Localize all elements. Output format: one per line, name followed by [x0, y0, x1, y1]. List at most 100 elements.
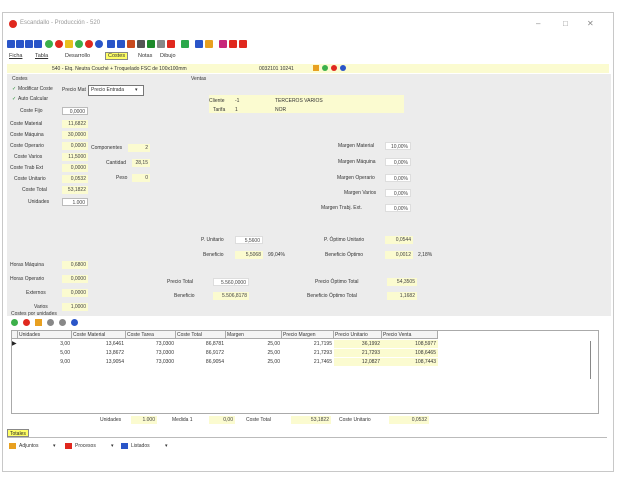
cliente-code[interactable]: -1	[235, 98, 239, 104]
cancel-icon[interactable]	[85, 40, 93, 48]
edit-icon[interactable]	[65, 40, 73, 48]
cell-unidades[interactable]: 5,00	[18, 349, 72, 357]
cell-precio-venta[interactable]: 108,7443	[382, 358, 438, 366]
export-icon[interactable]	[127, 40, 135, 48]
cancel-product-icon[interactable]	[331, 65, 337, 71]
accept-row-icon[interactable]	[47, 319, 54, 326]
modificar-coste-check-icon[interactable]: ✓	[12, 86, 16, 92]
tab-totales[interactable]: Totales	[7, 429, 29, 437]
cell-precio-unitario[interactable]: 12,0827	[334, 358, 382, 366]
beneficio-total-value: 5.506,8178	[213, 292, 249, 300]
col-precio-venta[interactable]: Precio Venta	[382, 331, 438, 339]
tab-dibujo[interactable]: Dibujo	[158, 53, 178, 59]
auto-calcular-label[interactable]: Auto Calcular	[18, 96, 48, 102]
copy-icon[interactable]	[157, 40, 165, 48]
cell-coste-material[interactable]: 13,8672	[72, 349, 126, 357]
cell-margen[interactable]: 25,00	[226, 340, 282, 348]
refresh-row-icon[interactable]	[71, 319, 78, 326]
col-precio-unitario[interactable]: Precio Unitario	[334, 331, 382, 339]
unidades-field[interactable]: 1.000	[62, 198, 88, 206]
search-icon[interactable]	[107, 40, 115, 48]
cell-coste-total[interactable]: 86,8781	[176, 340, 226, 348]
minimize-button[interactable]: –	[536, 19, 540, 28]
margen-varios-field[interactable]: 0,00%	[385, 189, 411, 197]
cell-coste-material[interactable]: 13,6461	[72, 340, 126, 348]
modificar-coste-label[interactable]: Modificar Coste	[18, 86, 53, 92]
calculator-icon[interactable]	[195, 40, 203, 48]
delete-row-icon[interactable]	[23, 319, 30, 326]
tarifa-code[interactable]: 1	[235, 107, 238, 113]
report-icon[interactable]	[219, 40, 227, 48]
restore-button[interactable]: □	[563, 19, 568, 28]
delete-icon[interactable]	[55, 40, 63, 48]
precio-total-field[interactable]: 5.560,0000	[213, 278, 249, 286]
next-record-icon[interactable]	[25, 40, 33, 48]
cell-coste-total[interactable]: 86,9054	[176, 358, 226, 366]
tab-desarrollo[interactable]: Desarrollo	[63, 53, 92, 59]
cell-margen[interactable]: 25,00	[226, 349, 282, 357]
refresh-icon[interactable]	[95, 40, 103, 48]
first-record-icon[interactable]	[7, 40, 15, 48]
chart-icon[interactable]	[205, 40, 213, 48]
filter-icon[interactable]	[117, 40, 125, 48]
tab-ficha[interactable]: Ficha	[7, 53, 24, 59]
auto-calcular-check-icon[interactable]: ✓	[12, 96, 16, 102]
footer-coste-unitario-label: Coste Unitario	[339, 417, 371, 423]
location-icon[interactable]	[167, 40, 175, 48]
tools-icon[interactable]	[181, 40, 189, 48]
edit-product-icon[interactable]	[313, 65, 319, 71]
col-coste-tarea[interactable]: Coste Tarea	[126, 331, 176, 339]
table-scrollbar[interactable]	[590, 341, 591, 379]
col-coste-total[interactable]: Coste Total	[176, 331, 226, 339]
p-unitario-field[interactable]: 5,5600	[235, 236, 263, 244]
last-record-icon[interactable]	[34, 40, 42, 48]
col-precio-margen[interactable]: Precio Margen	[282, 331, 334, 339]
cell-unidades[interactable]: 9,00	[18, 358, 72, 366]
cell-precio-unitario[interactable]: 21,7293	[334, 349, 382, 357]
cell-coste-total[interactable]: 86,9172	[176, 349, 226, 357]
filter-red-icon[interactable]	[229, 40, 237, 48]
cell-unidades[interactable]: 3,00	[18, 340, 72, 348]
accept-icon[interactable]	[75, 40, 83, 48]
prev-record-icon[interactable]	[16, 40, 24, 48]
cell-precio-venta[interactable]: 108,5977	[382, 340, 438, 348]
margen-trabj-ext-field[interactable]: 0,00%	[385, 204, 411, 212]
cell-margen[interactable]: 25,00	[226, 358, 282, 366]
margen-material-field[interactable]: 10,00%	[385, 142, 411, 150]
col-unidades[interactable]: Unidades	[18, 331, 72, 339]
col-coste-material[interactable]: Coste Material	[72, 331, 126, 339]
tab-tabla[interactable]: Tabla	[33, 53, 50, 59]
tab-notas[interactable]: Notas	[136, 53, 154, 59]
cell-coste-tarea[interactable]: 73,0300	[126, 349, 176, 357]
cell-precio-margen[interactable]: 21,7465	[282, 358, 334, 366]
cell-precio-margen[interactable]: 21,7293	[282, 349, 334, 357]
cell-coste-tarea[interactable]: 73,0300	[126, 340, 176, 348]
margen-maquina-field[interactable]: 0,00%	[385, 158, 411, 166]
coste-fijo-field[interactable]: 0,0000	[62, 107, 88, 115]
cancel-row-icon[interactable]	[59, 319, 66, 326]
cell-coste-material[interactable]: 13,9054	[72, 358, 126, 366]
cell-precio-unitario[interactable]: 36,1992	[334, 340, 382, 348]
refresh-product-icon[interactable]	[340, 65, 346, 71]
filter-clear-icon[interactable]	[239, 40, 247, 48]
add-row-icon[interactable]	[11, 319, 18, 326]
paperclip-icon	[9, 443, 16, 449]
print-icon[interactable]	[137, 40, 145, 48]
cell-precio-margen[interactable]: 21,7195	[282, 340, 334, 348]
cell-precio-venta[interactable]: 108,6465	[382, 349, 438, 357]
margen-trabj-ext-label: Margen Trabj. Ext.	[321, 205, 362, 211]
accept-product-icon[interactable]	[322, 65, 328, 71]
cell-coste-tarea[interactable]: 73,0300	[126, 358, 176, 366]
app-logo-icon	[9, 20, 17, 28]
beneficio-optimo-total-label: Beneficio Óptimo Total	[307, 293, 357, 299]
close-button[interactable]: ✕	[587, 19, 594, 28]
add-icon[interactable]	[45, 40, 53, 48]
edit-row-icon[interactable]	[35, 319, 42, 326]
varios-value: 1,0000	[62, 303, 88, 311]
precio-mat-select[interactable]: Precio Entrada ▾	[88, 85, 144, 96]
tab-costes[interactable]: Costes	[105, 52, 129, 60]
unidades-table[interactable]: Unidades Coste Material Coste Tarea Cost…	[11, 330, 599, 414]
col-margen[interactable]: Margen	[226, 331, 282, 339]
margen-operario-field[interactable]: 0,00%	[385, 174, 411, 182]
tree-icon[interactable]	[147, 40, 155, 48]
